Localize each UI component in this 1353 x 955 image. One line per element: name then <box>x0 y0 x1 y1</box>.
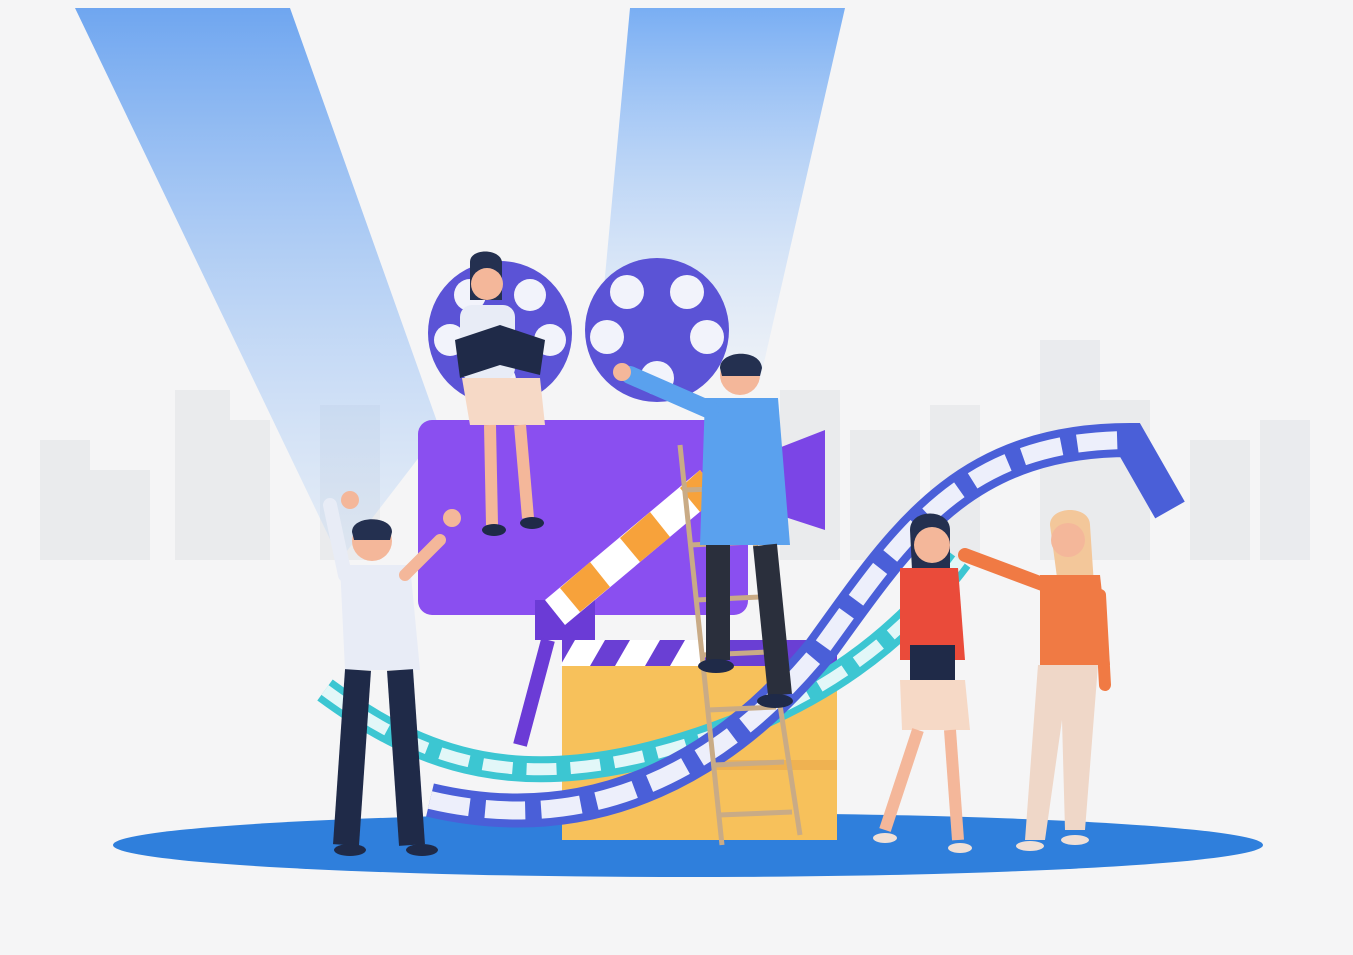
film-production-scene <box>0 0 1353 955</box>
